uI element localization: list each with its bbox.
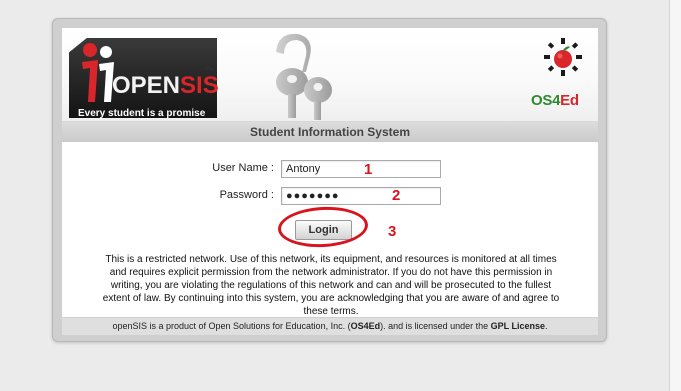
annotation-step-1: 1 bbox=[364, 161, 373, 178]
os4ed-abbreviation: OS4Ed bbox=[350, 321, 381, 331]
notice-line: extent of law. By continuing into this s… bbox=[102, 293, 560, 304]
password-label: Password : bbox=[219, 189, 274, 201]
login-form: User Name : Antony 1 Password : ●●●●●●● … bbox=[62, 142, 598, 317]
notice-line: This is a restricted network. Use of thi… bbox=[105, 254, 557, 265]
annotation-step-2: 2 bbox=[392, 187, 401, 204]
os4ed-gear-apple-icon bbox=[544, 38, 582, 76]
tagline: Every student is a promise bbox=[78, 108, 206, 119]
page-right-edge bbox=[669, 0, 681, 391]
trademark-symbol: ™ bbox=[205, 66, 214, 76]
os4ed-logo-text: OS4Ed bbox=[531, 92, 579, 109]
keys-icon bbox=[276, 33, 332, 120]
password-input[interactable]: ●●●●●●● bbox=[281, 187, 441, 205]
footer-credits: openSIS is a product of Open Solutions f… bbox=[62, 317, 598, 335]
login-panel: OPENSIS ™ Every student is a promise OS4… bbox=[52, 18, 607, 342]
page-title: Student Information System bbox=[62, 122, 598, 142]
restricted-network-notice: This is a restricted network. Use of thi… bbox=[81, 253, 581, 318]
gpl-license-text: GPL License bbox=[490, 321, 546, 331]
notice-line: writing, you are violating the regulatio… bbox=[110, 280, 552, 291]
password-value: ●●●●●●● bbox=[286, 190, 340, 202]
header-banner: OPENSIS ™ Every student is a promise OS4… bbox=[62, 28, 598, 122]
username-input[interactable]: Antony bbox=[281, 160, 441, 178]
username-value: Antony bbox=[286, 163, 321, 175]
notice-line: and requires explicit permission from th… bbox=[109, 267, 553, 278]
username-label: User Name : bbox=[212, 162, 274, 174]
annotation-circle bbox=[277, 204, 369, 250]
annotation-step-3: 3 bbox=[388, 223, 397, 240]
opensis-wordmark: OPENSIS bbox=[112, 72, 219, 99]
